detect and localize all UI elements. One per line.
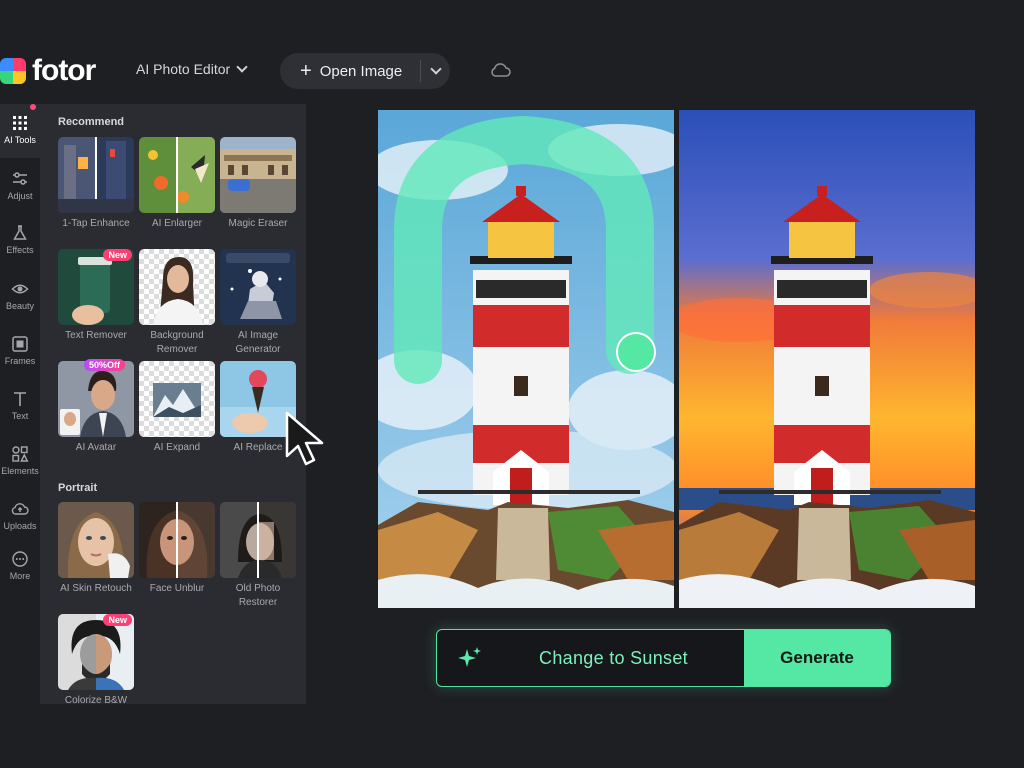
- section-title-portrait: Portrait: [58, 482, 98, 494]
- rail-item-more[interactable]: More: [0, 550, 40, 581]
- rail-item-label: Text: [11, 411, 29, 421]
- rail-item-label: AI Tools: [4, 135, 36, 145]
- generate-button[interactable]: Generate: [744, 630, 890, 686]
- prompt-bar: Change to Sunset Generate: [436, 629, 891, 687]
- fotor-logo[interactable]: fotor: [0, 54, 96, 88]
- rail-item-label: Elements: [1, 466, 39, 476]
- tool-ai-image-generator[interactable]: AI Image Generator: [220, 249, 296, 357]
- tool-label: AI Image Generator: [235, 330, 281, 355]
- original-image[interactable]: [378, 110, 674, 608]
- section-title-recommend: Recommend: [58, 116, 125, 128]
- rail-item-label: Frames: [4, 356, 36, 366]
- tool-ai-enlarger[interactable]: AI Enlarger: [139, 137, 215, 231]
- tool-label: Face Unblur: [149, 583, 205, 594]
- tool-magic-eraser[interactable]: Magic Eraser: [220, 137, 296, 231]
- rail-item-label: Beauty: [5, 301, 35, 311]
- rail-item-frames[interactable]: Frames: [0, 335, 40, 366]
- cloud-upload-icon: [11, 503, 29, 515]
- tool-thumbnail: [58, 137, 134, 213]
- open-image-label: Open Image: [319, 62, 403, 80]
- open-image-button[interactable]: + Open Image: [280, 53, 420, 89]
- tool-label: 1-Tap Enhance: [62, 218, 130, 229]
- tool-thumbnail: [139, 361, 215, 437]
- tool-label: Colorize B&W: [64, 695, 128, 704]
- rail-item-beauty[interactable]: Beauty: [0, 280, 40, 311]
- new-badge: New: [103, 249, 132, 261]
- chevron-down-icon: [236, 61, 248, 73]
- rail-item-uploads[interactable]: Uploads: [0, 500, 40, 531]
- flask-icon: [13, 225, 27, 240]
- rail-item-label: More: [9, 571, 31, 581]
- tool-label: Old Photo Restorer: [235, 583, 281, 608]
- ai-tools-panel: Recommend 1-Tap Enhance AI Enlarger Magi…: [40, 104, 306, 704]
- cloud-icon[interactable]: [489, 62, 511, 78]
- rail-item-label: Effects: [6, 245, 34, 255]
- tool-label: Text Remover: [65, 330, 127, 341]
- rail-item-effects[interactable]: Effects: [0, 224, 40, 255]
- mouse-cursor-icon: [285, 411, 324, 466]
- grid-icon: [13, 116, 27, 130]
- tool-thumbnail: [220, 249, 296, 325]
- tool-label: Background Remover: [150, 330, 204, 355]
- new-badge: New: [103, 614, 132, 626]
- more-icon: [12, 551, 28, 567]
- logo-text: fotor: [32, 54, 96, 87]
- tool-background-remover[interactable]: Background Remover: [139, 249, 215, 357]
- sliders-icon: [13, 172, 27, 185]
- tool-ai-avatar[interactable]: 50%Off AI Avatar: [58, 359, 134, 455]
- tool-label: AI Expand: [153, 442, 201, 453]
- tool-face-unblur[interactable]: Face Unblur: [139, 502, 215, 596]
- tool-thumbnail: [220, 502, 296, 578]
- ai-photo-editor-menu[interactable]: AI Photo Editor: [136, 61, 248, 77]
- tool-thumbnail: [58, 502, 134, 578]
- tool-label: AI Skin Retouch: [60, 583, 132, 594]
- tool-old-photo-restorer[interactable]: Old Photo Restorer: [220, 502, 296, 610]
- rail-item-text[interactable]: Text: [0, 390, 40, 421]
- rail-item-label: Adjust: [7, 191, 33, 201]
- rail-item-elements[interactable]: Elements: [0, 445, 40, 476]
- tool-colorize-bw[interactable]: New Colorize B&W: [58, 614, 134, 704]
- open-image-dropdown-button[interactable]: [421, 53, 450, 89]
- fotor-logo-mark-icon: [0, 58, 26, 84]
- open-image-button-group: + Open Image: [280, 53, 450, 89]
- discount-badge: 50%Off: [84, 359, 126, 371]
- frame-icon: [12, 336, 28, 352]
- tool-thumbnail: [139, 249, 215, 325]
- eye-icon: [11, 284, 29, 294]
- tool-label: Magic Eraser: [228, 218, 288, 229]
- rail-item-ai-tools[interactable]: AI Tools: [0, 114, 40, 145]
- tool-label: AI Avatar: [75, 442, 117, 453]
- tool-thumbnail: [220, 137, 296, 213]
- prompt-input[interactable]: Change to Sunset: [483, 648, 744, 669]
- tool-thumbnail: [58, 361, 134, 437]
- text-icon: [14, 392, 26, 406]
- rail-item-adjust[interactable]: Adjust: [0, 170, 40, 201]
- tool-thumbnail: [139, 502, 215, 578]
- plus-icon: +: [300, 60, 312, 82]
- editor-menu-label: AI Photo Editor: [136, 61, 231, 77]
- chevron-down-icon: [429, 63, 442, 75]
- result-image[interactable]: [679, 110, 975, 608]
- shapes-icon: [12, 446, 29, 462]
- notification-dot: [30, 104, 36, 110]
- tool-ai-skin-retouch[interactable]: AI Skin Retouch: [58, 502, 134, 596]
- tool-ai-expand[interactable]: AI Expand: [139, 361, 215, 455]
- left-rail: AI Tools Adjust Effects Beauty Frames Te…: [0, 104, 40, 704]
- tool-1-tap-enhance[interactable]: 1-Tap Enhance: [58, 137, 134, 231]
- tool-thumbnail: [139, 137, 215, 213]
- sparkle-icon: [458, 647, 481, 667]
- tool-text-remover[interactable]: New Text Remover: [58, 249, 134, 343]
- rail-item-label: Uploads: [3, 521, 37, 531]
- tool-label: AI Enlarger: [151, 218, 203, 229]
